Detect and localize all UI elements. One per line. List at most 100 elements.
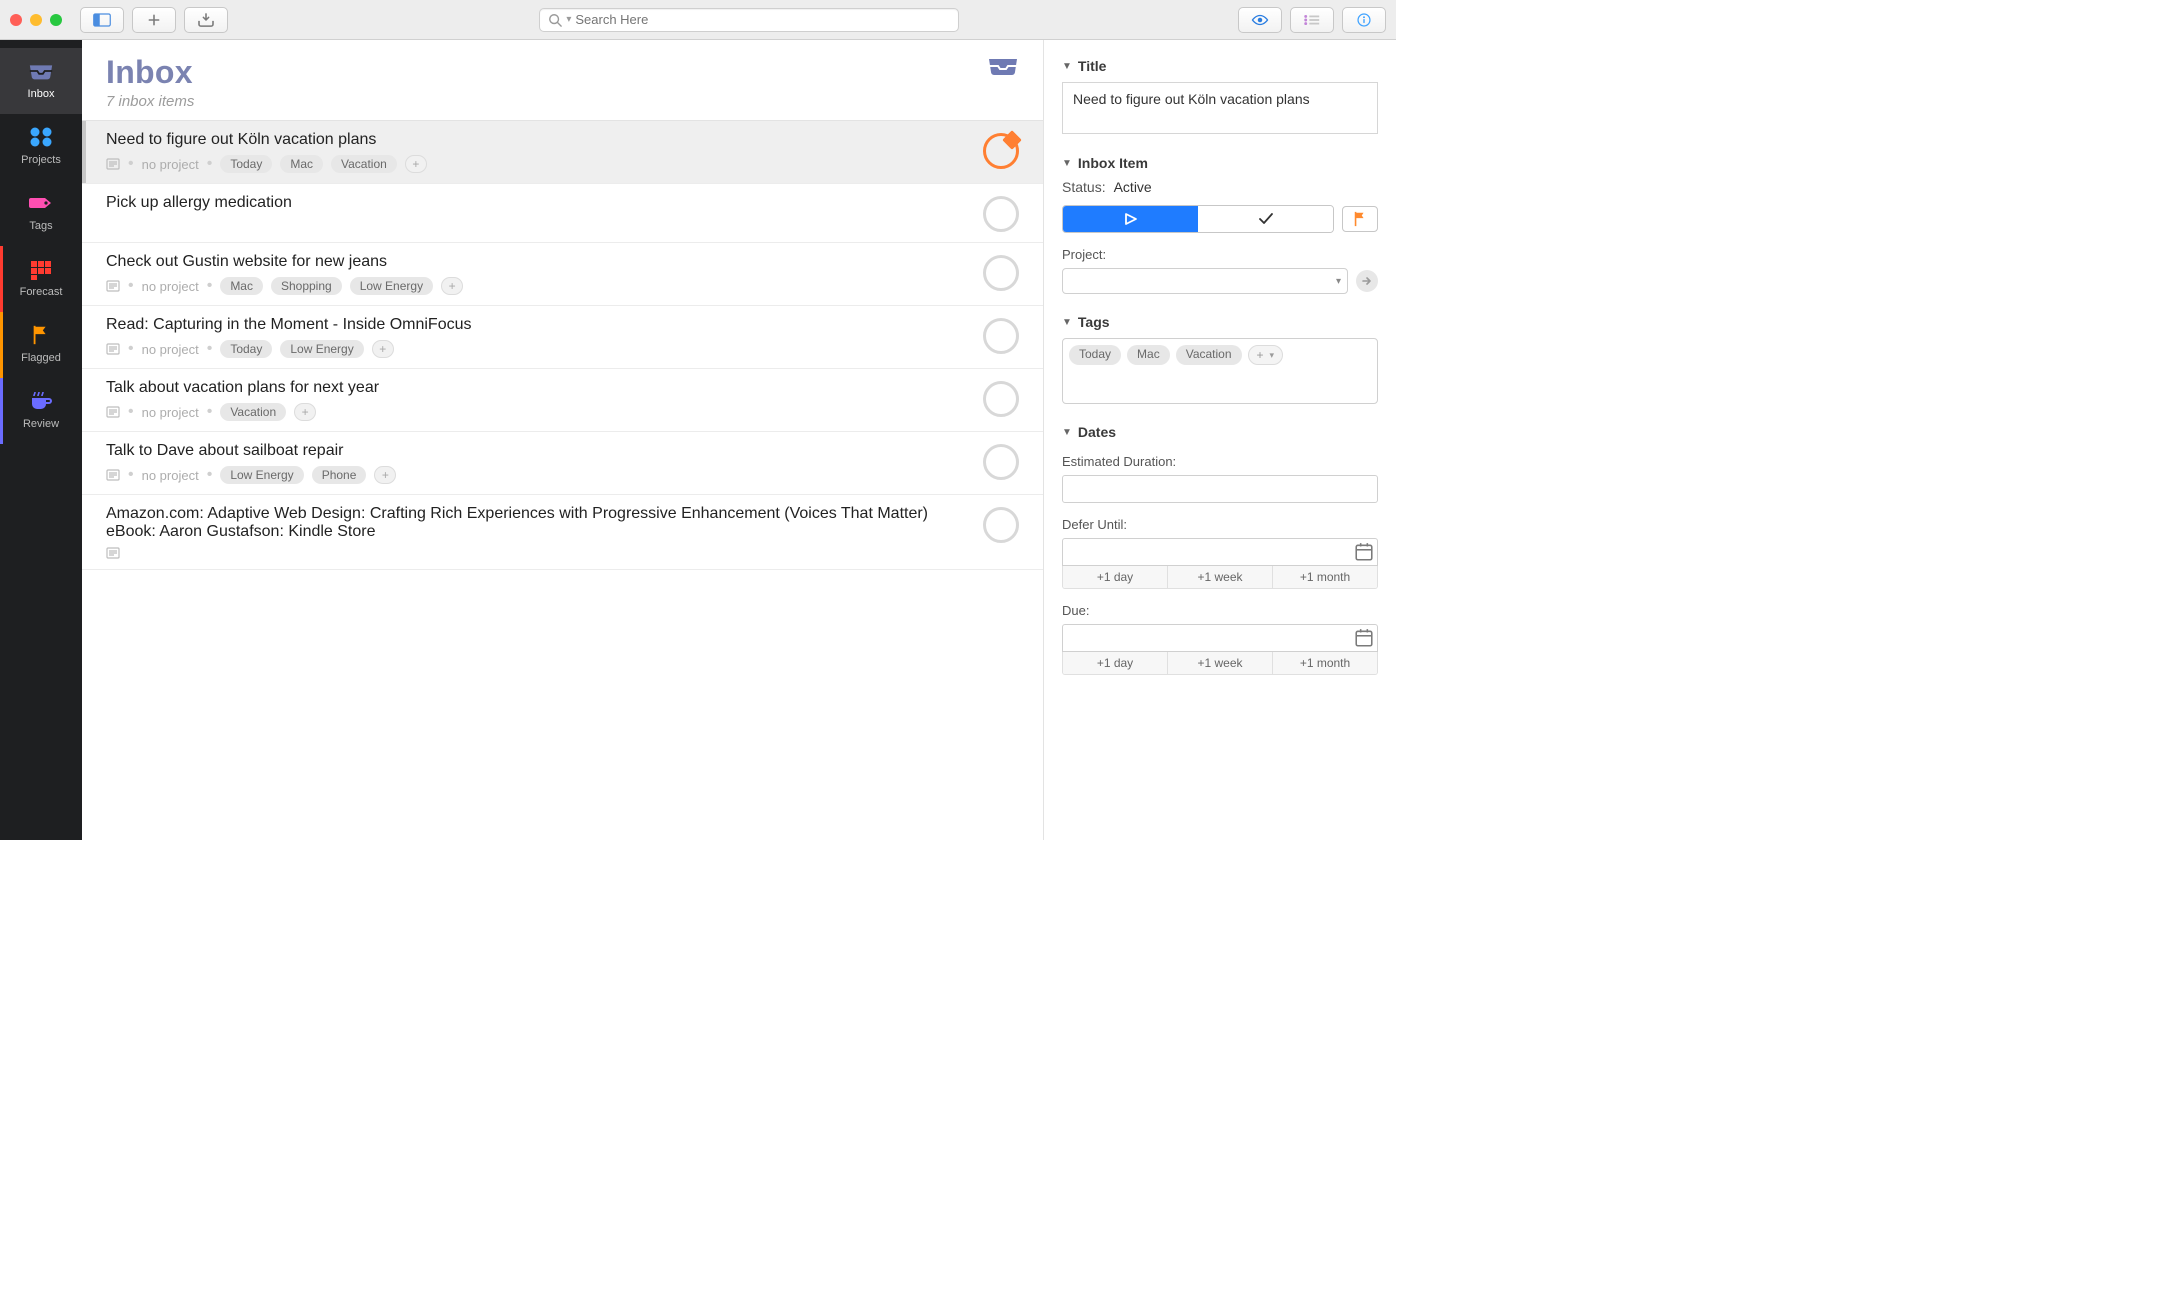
note-icon [106,406,120,418]
due-quick-buttons: +1 day+1 week+1 month [1062,652,1378,675]
inspector-info-button[interactable] [1342,7,1386,33]
quick-date-button[interactable]: +1 week [1167,652,1272,674]
flag-toggle-button[interactable] [1342,206,1378,232]
tag-chip[interactable]: Mac [280,155,323,173]
tags-field[interactable]: Today Mac Vacation +▾ [1062,338,1378,404]
task-row[interactable]: Amazon.com: Adaptive Web Design: Craftin… [82,495,1043,570]
flag-icon [1352,211,1368,227]
calendar-picker-button[interactable] [1354,542,1374,562]
task-row[interactable]: Pick up allergy medication [82,184,1043,243]
tag-icon [28,192,54,214]
goto-project-button[interactable] [1356,270,1378,292]
coffee-icon [28,390,54,412]
complete-checkbox[interactable] [983,381,1019,417]
quick-entry-button[interactable] [184,7,228,33]
task-title: Talk to Dave about sailboat repair [106,442,969,460]
tag-chip[interactable]: Shopping [271,277,342,295]
section-header-title[interactable]: ▼ Title [1062,58,1378,74]
quick-date-button[interactable]: +1 day [1063,652,1167,674]
add-tag-button[interactable]: +▾ [1248,345,1284,365]
search-field[interactable]: ▾ [539,8,959,32]
tag-chip[interactable]: Vacation [220,403,286,421]
sidebar-accent [0,312,3,378]
estimated-duration-input[interactable] [1062,475,1378,503]
quick-date-button[interactable]: +1 month [1272,652,1377,674]
sidebar-item-tags[interactable]: Tags [0,180,82,246]
calendar-picker-button[interactable] [1354,628,1374,648]
quick-date-button[interactable]: +1 week [1167,566,1272,588]
complete-checkbox[interactable] [983,318,1019,354]
tag-chip[interactable]: Mac [1127,345,1170,365]
status-active-button[interactable] [1063,206,1198,232]
task-row[interactable]: Check out Gustin website for new jeans•n… [82,243,1043,306]
complete-checkbox[interactable] [983,255,1019,291]
status-label: Status: [1062,179,1106,195]
search-input[interactable] [575,12,950,27]
chevron-down-icon: ▾ [1270,350,1275,361]
sidebar-item-label: Tags [29,220,52,232]
items-list: Need to figure out Köln vacation plans•n… [82,121,1043,840]
tag-chip[interactable]: Today [1069,345,1121,365]
window-titlebar: ▾ [0,0,1396,40]
sidebar-item-inbox[interactable]: Inbox [0,48,82,114]
disclosure-triangle-icon: ▼ [1062,317,1072,328]
tag-chip[interactable]: Mac [220,277,263,295]
toggle-inspector-button[interactable] [1290,7,1334,33]
section-header-tags[interactable]: ▼ Tags [1062,314,1378,330]
sidebar-item-review[interactable]: Review [0,378,82,444]
section-header-inbox-item[interactable]: ▼ Inbox Item [1062,155,1378,171]
task-row[interactable]: Need to figure out Köln vacation plans•n… [82,121,1043,184]
title-input[interactable] [1062,82,1378,134]
sidebar-item-label: Review [23,418,59,430]
defer-until-input[interactable] [1062,538,1378,566]
page-title: Inbox [106,54,194,91]
close-window-button[interactable] [10,14,22,26]
complete-checkbox[interactable] [983,133,1019,169]
tag-chip[interactable]: Low Energy [350,277,433,295]
due-input[interactable] [1062,624,1378,652]
sidebar-item-flagged[interactable]: Flagged [0,312,82,378]
sidebar-item-label: Projects [21,154,61,166]
status-row: Status: Active [1062,179,1378,195]
inbox-icon [28,60,54,82]
minimize-window-button[interactable] [30,14,42,26]
add-tag-button[interactable]: + [441,277,463,295]
complete-checkbox[interactable] [983,444,1019,480]
sidebar-item-projects[interactable]: Projects [0,114,82,180]
task-row[interactable]: Talk about vacation plans for next year•… [82,369,1043,432]
section-header-dates[interactable]: ▼ Dates [1062,424,1378,440]
add-tag-button[interactable]: + [372,340,394,358]
tag-chip[interactable]: Vacation [1176,345,1242,365]
inspector-panel: ▼ Title ▼ Inbox Item Status: Active [1044,40,1396,840]
task-row[interactable]: Talk to Dave about sailboat repair•no pr… [82,432,1043,495]
due-label: Due: [1062,603,1378,618]
task-title: Pick up allergy medication [106,194,969,212]
tag-chip[interactable]: Vacation [331,155,397,173]
search-icon [548,13,562,27]
sidebar-accent [0,378,3,444]
disclosure-triangle-icon: ▼ [1062,61,1072,72]
sidebar-toggle-icon [93,13,111,27]
tag-chip[interactable]: Phone [312,466,367,484]
add-tag-button[interactable]: + [405,155,427,173]
new-item-button[interactable] [132,7,176,33]
tag-chip[interactable]: Low Energy [220,466,303,484]
status-completed-button[interactable] [1198,206,1333,232]
tag-chip[interactable]: Today [220,340,272,358]
add-tag-button[interactable]: + [374,466,396,484]
zoom-window-button[interactable] [50,14,62,26]
complete-checkbox[interactable] [983,507,1019,543]
project-select[interactable]: ▾ [1062,268,1348,294]
add-tag-button[interactable]: + [294,403,316,421]
tag-chip[interactable]: Low Energy [280,340,363,358]
quick-date-button[interactable]: +1 month [1272,566,1377,588]
note-icon [106,343,120,355]
quick-date-button[interactable]: +1 day [1063,566,1167,588]
tag-chip[interactable]: Today [220,155,272,173]
view-options-button[interactable] [1238,7,1282,33]
plus-icon [145,13,163,27]
task-row[interactable]: Read: Capturing in the Moment - Inside O… [82,306,1043,369]
toggle-sidebar-button[interactable] [80,7,124,33]
complete-checkbox[interactable] [983,196,1019,232]
sidebar-item-forecast[interactable]: Forecast [0,246,82,312]
